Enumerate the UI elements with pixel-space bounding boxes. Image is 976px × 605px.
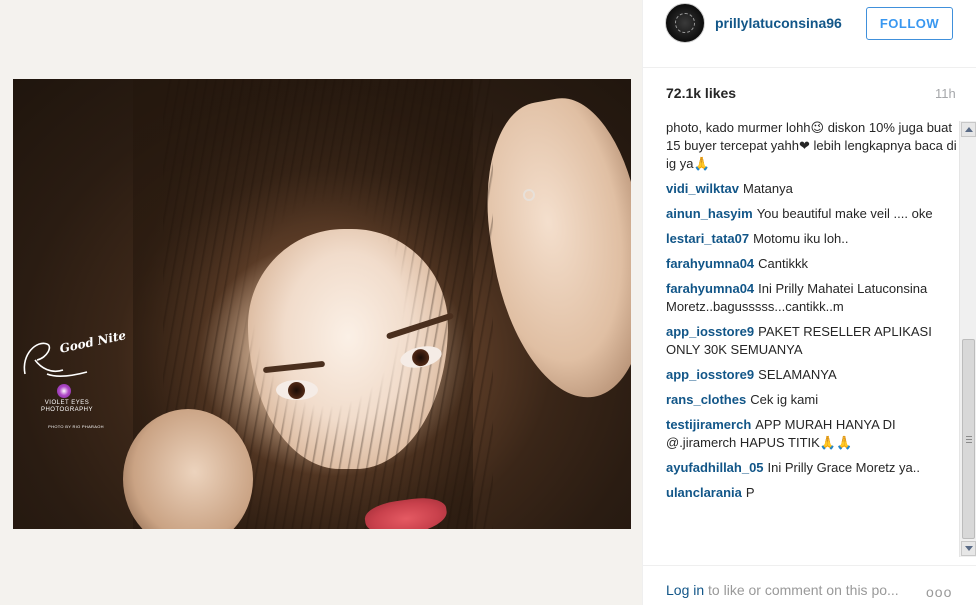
comments-scrollbar[interactable]	[959, 121, 976, 557]
likes-row: 72.1k likes 11h	[643, 68, 976, 110]
comment-item: testijiramerch APP MURAH HANYA DI @.jiram…	[666, 416, 958, 452]
comment-username[interactable]: ulanclarania	[666, 485, 742, 500]
comment-username[interactable]: rans_clothes	[666, 392, 746, 407]
comment-item: ainun_hasyim You beautiful make veil ....…	[666, 205, 958, 223]
comment-item: app_iosstore9 SELAMANYA	[666, 366, 958, 384]
photo-watermark: Good Nite VIOLET EYES PHOTOGRAPHY PHOTO …	[17, 328, 137, 454]
studio-logo-icon	[57, 384, 71, 398]
avatar-emblem	[675, 13, 695, 33]
comment-item: lestari_tata07 Motomu iku loh..	[666, 230, 958, 248]
scroll-up-arrow-icon[interactable]	[961, 122, 976, 137]
comment-username[interactable]: farahyumna04	[666, 281, 754, 296]
photo-pane: Good Nite VIOLET EYES PHOTOGRAPHY PHOTO …	[0, 0, 642, 605]
comment-username[interactable]: testijiramerch	[666, 417, 751, 432]
more-options-icon[interactable]: ooo	[926, 584, 952, 600]
post-photo[interactable]: Good Nite VIOLET EYES PHOTOGRAPHY PHOTO …	[13, 79, 631, 529]
post-side-panel: prillylatuconsina96 FOLLOW 72.1k likes 1…	[642, 0, 976, 605]
comment-username[interactable]: lestari_tata07	[666, 231, 749, 246]
comment-item: photo, kado murmer lohh😉 diskon 10% juga…	[666, 119, 958, 173]
comment-text: P	[745, 485, 755, 500]
comment-item: rans_clothes Cek ig kami	[666, 391, 958, 409]
comment-item: ulanclarania P	[666, 484, 958, 502]
avatar-icon[interactable]	[665, 3, 705, 43]
comment-item: vidi_wilktav Matanya	[666, 180, 958, 198]
comment-username[interactable]: ayufadhillah_05	[666, 460, 764, 475]
comment-username[interactable]: ainun_hasyim	[666, 206, 753, 221]
login-prompt-rest: to like or comment on this po...	[704, 582, 899, 598]
comment-item: farahyumna04 Cantikkk	[666, 255, 958, 273]
comments-list[interactable]: photo, kado murmer lohh😉 diskon 10% juga…	[643, 113, 976, 561]
comment-text: photo, kado murmer lohh😉 diskon 10% juga…	[666, 120, 957, 171]
comment-text: Motomu iku loh..	[753, 231, 849, 246]
scrollbar-thumb[interactable]	[962, 339, 975, 539]
photo-ring	[523, 189, 535, 201]
comment-text: Cek ig kami	[750, 392, 819, 407]
likes-count[interactable]: 72.1k likes	[666, 85, 736, 101]
login-link[interactable]: Log in	[666, 582, 704, 598]
comment-username[interactable]: app_iosstore9	[666, 324, 754, 339]
scroll-down-arrow-icon[interactable]	[961, 541, 976, 556]
comment-username[interactable]: farahyumna04	[666, 256, 754, 271]
follow-button[interactable]: FOLLOW	[866, 7, 953, 40]
comment-item: ayufadhillah_05 Ini Prilly Grace Moretz y…	[666, 459, 958, 477]
comment-username[interactable]: app_iosstore9	[666, 367, 754, 382]
post-footer: Log in to like or comment on this po... …	[643, 565, 976, 605]
comments-container: photo, kado murmer lohh😉 diskon 10% juga…	[666, 119, 958, 509]
watermark-credit: PHOTO BY RIO PHARAOH	[48, 424, 104, 429]
comment-item: farahyumna04 Ini Prilly Mahatei Latuconsi…	[666, 280, 958, 316]
login-prompt: Log in to like or comment on this po...	[666, 582, 899, 598]
comment-username[interactable]: vidi_wilktav	[666, 181, 739, 196]
comment-item: app_iosstore9 PAKET RESELLER APLIKASI ONL…	[666, 323, 958, 359]
comment-text: Cantikkk	[758, 256, 809, 271]
username-link[interactable]: prillylatuconsina96	[715, 15, 842, 31]
post-header: prillylatuconsina96 FOLLOW	[643, 0, 976, 68]
watermark-studio: VIOLET EYES PHOTOGRAPHY	[40, 400, 94, 413]
comment-text: Ini Prilly Grace Moretz ya..	[767, 460, 920, 475]
comment-text: SELAMANYA	[758, 367, 837, 382]
photo-eye-left	[276, 380, 318, 400]
post-timestamp[interactable]: 11h	[935, 86, 956, 101]
comment-text: You beautiful make veil .... oke	[756, 206, 933, 221]
comment-text: Matanya	[742, 181, 793, 196]
